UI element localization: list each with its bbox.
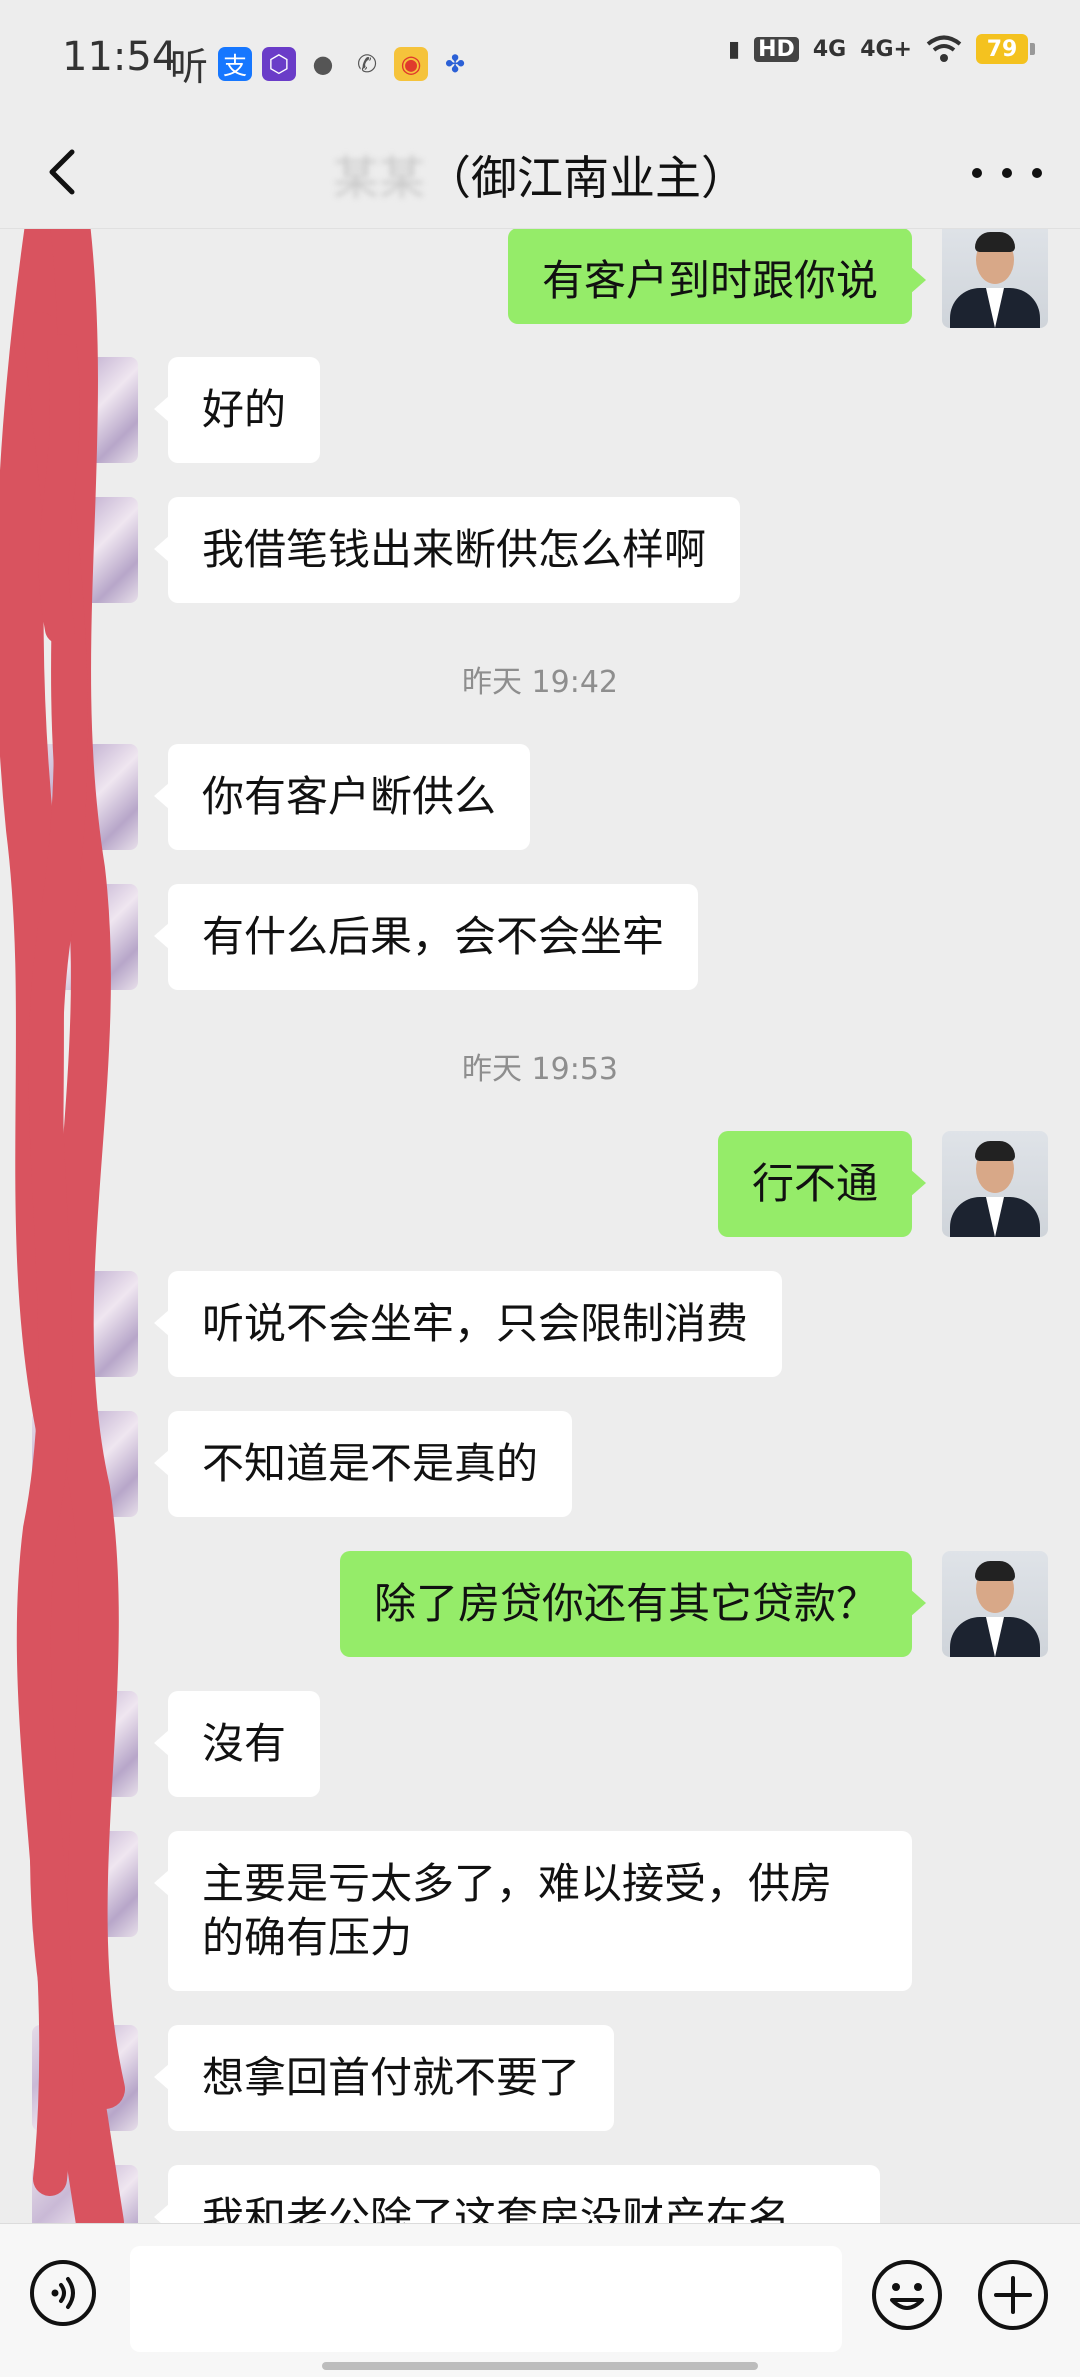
status-right-icons: ▮ HD 4G 4G+ 79 — [728, 34, 1035, 64]
contact-avatar[interactable] — [32, 1411, 138, 1517]
message-input[interactable] — [130, 2246, 842, 2352]
contact-avatar[interactable] — [32, 357, 138, 463]
chat-title-redacted: 某某 — [333, 151, 425, 205]
battery-indicator: 79 — [976, 34, 1035, 64]
contact-avatar[interactable] — [32, 1691, 138, 1797]
contact-avatar[interactable] — [32, 2165, 138, 2223]
contact-avatar[interactable] — [32, 1271, 138, 1377]
emoji-icon[interactable] — [870, 2258, 944, 2332]
baidu-icon: ✤ — [444, 49, 466, 78]
home-indicator[interactable] — [322, 2362, 758, 2370]
status-time: 11:54 — [62, 34, 178, 80]
status-bar: 11:54 听 支 ⬡ ● ✆ ◉ ✤ ▮ HD 4G 4G+ 79 — [0, 0, 1080, 118]
incoming-bubble[interactable]: 你有客户断供么 — [153, 744, 531, 850]
more-options-button[interactable] — [972, 148, 1042, 198]
wifi-icon — [926, 35, 962, 62]
timestamp: 昨天 19:53 — [462, 1052, 618, 1087]
alipay-icon: 支 — [218, 46, 253, 81]
incoming-bubble[interactable]: 主要是亏太多了，难以接受，供房 的确有压力 — [154, 1831, 912, 1991]
chat-messages[interactable]: 有客户到时跟你说 好的 我借笔钱出来断供怎么样啊 昨天 19:42 你有客户断供… — [0, 229, 1080, 2223]
outgoing-bubble[interactable]: 有客户到时跟你说 — [507, 229, 927, 324]
chat-header: 某某（御江南业主） — [0, 118, 1080, 229]
contact-avatar[interactable] — [32, 884, 138, 990]
incoming-bubble[interactable]: 我借笔钱出来断供怎么样啊 — [153, 497, 741, 603]
vibrate-icon: ▮ — [728, 36, 741, 62]
incoming-bubble[interactable]: 想拿回首付就不要了 — [153, 2025, 615, 2131]
status-notification-icons: 听 支 ⬡ ● ✆ ◉ ✤ — [170, 36, 472, 91]
weibo-icon: ◉ — [394, 46, 429, 81]
my-avatar[interactable] — [942, 1131, 1048, 1237]
timestamp: 昨天 19:42 — [462, 665, 618, 700]
contact-avatar[interactable] — [32, 497, 138, 603]
message-icon: ● — [312, 49, 334, 78]
my-avatar[interactable] — [942, 1551, 1048, 1657]
incoming-bubble[interactable]: 听说不会坐牢，只会限制消费 — [153, 1271, 783, 1377]
contact-avatar[interactable] — [32, 1831, 138, 1937]
incoming-bubble[interactable]: 有什么后果，会不会坐牢 — [153, 884, 699, 990]
incoming-bubble[interactable]: 沒有 — [153, 1691, 321, 1797]
my-avatar[interactable] — [942, 229, 1048, 328]
more-dot-icon — [1002, 168, 1012, 178]
chat-title: 某某（御江南业主） — [0, 142, 1080, 208]
chat-title-text: （御江南业主） — [425, 151, 747, 205]
signal-label-4g: 4G — [812, 36, 847, 62]
incoming-bubble[interactable]: 不知道是不是真的 — [153, 1411, 573, 1517]
contact-avatar[interactable] — [32, 2025, 138, 2131]
more-dot-icon — [1032, 168, 1042, 178]
outgoing-bubble[interactable]: 除了房贷你还有其它贷款？ — [339, 1551, 927, 1657]
call-icon: ✆ — [356, 49, 378, 78]
outgoing-bubble[interactable]: 行不通 — [717, 1131, 927, 1237]
plus-icon[interactable] — [976, 2258, 1050, 2332]
contact-avatar[interactable] — [32, 744, 138, 850]
input-bar — [0, 2223, 1080, 2377]
app-hex-icon: ⬡ — [262, 46, 297, 81]
incoming-bubble[interactable]: 我和老公除了这套房没财产在名 — [154, 2165, 880, 2223]
voice-icon[interactable] — [28, 2258, 98, 2328]
incoming-bubble[interactable]: 好的 — [153, 357, 321, 463]
status-left-text: 听 — [170, 45, 209, 89]
more-dot-icon — [972, 168, 982, 178]
signal-label-4g-plus: 4G+ — [860, 36, 912, 62]
hd-label: HD — [754, 36, 799, 62]
